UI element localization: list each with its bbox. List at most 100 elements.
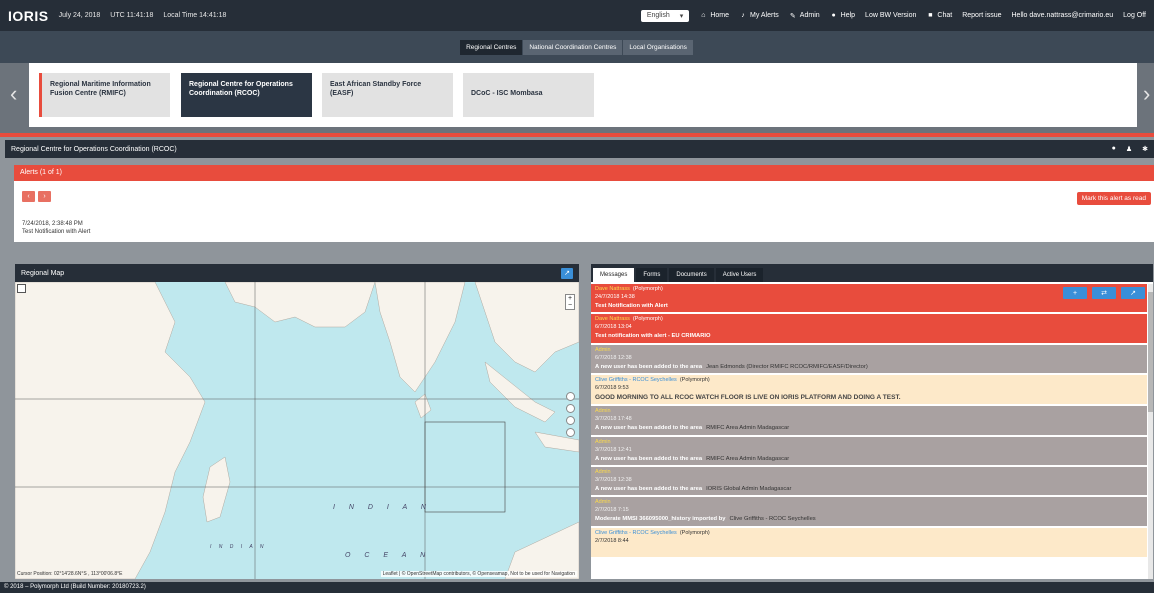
gear-icon[interactable]: ✱ — [1142, 145, 1148, 153]
bell-icon: ♪ — [741, 12, 745, 19]
tab-active-users[interactable]: Active Users — [715, 268, 764, 282]
message-date: 6/7/2018 12:38 — [595, 354, 632, 361]
user-icon[interactable]: ♟ — [1126, 145, 1132, 153]
message-detail: RMIFC Area Admin Madagascar — [706, 455, 790, 462]
zoom-in-button[interactable]: + — [566, 295, 574, 302]
popout-messages-button[interactable]: ↗ — [1121, 287, 1145, 299]
measure-tool-icon[interactable] — [566, 404, 575, 413]
external-link-icon[interactable]: ↗ — [561, 267, 573, 279]
carousel-next-icon[interactable]: › — [1143, 81, 1150, 107]
home-icon: ⌂ — [701, 12, 706, 19]
message-item[interactable]: Clive Griffiths - RCOC Seychelles (Polymo… — [591, 527, 1147, 558]
message-sender-line: Admin — [595, 439, 1143, 447]
message-sender[interactable]: Admin — [595, 499, 611, 505]
wrench-icon: ✎ — [789, 12, 796, 20]
message-text: A new user has been added to the area — [595, 485, 703, 492]
message-sender[interactable]: Admin — [595, 469, 611, 475]
message-sender[interactable]: Admin — [595, 408, 611, 414]
tab-regional-centres[interactable]: Regional Centres — [460, 39, 524, 55]
locate-tool-icon[interactable] — [566, 416, 575, 425]
message-sender[interactable]: Dave Nattrass — [595, 316, 630, 322]
message-item[interactable]: Admin 2/7/2018 7:15 Moderate MMSI 36609500… — [591, 497, 1147, 526]
message-sender[interactable]: Admin — [595, 439, 611, 445]
message-sender-line: Dave Nattrass (Polymorph) — [595, 316, 1143, 324]
message-list[interactable]: Dave Nattrass (Polymorph) 24/7/2018 14:38 T… — [591, 284, 1149, 579]
message-date: 3/7/2018 17:48 — [595, 416, 632, 423]
message-date: 6/7/2018 13:04 — [595, 324, 632, 331]
centre-card-easf[interactable]: East African Standby Force (EASF) — [322, 73, 453, 117]
message-item[interactable]: Admin 3/7/2018 17:48 A new user has been a… — [591, 406, 1147, 435]
nav-chat[interactable]: ■ Chat — [926, 12, 952, 20]
tab-documents[interactable]: Documents — [669, 268, 714, 282]
centre-card-rmifc[interactable]: Regional Maritime Information Fusion Cen… — [39, 73, 170, 117]
message-item[interactable]: Clive Griffiths - RCOC Seychelles (Polymo… — [591, 374, 1147, 405]
tab-local-organisations[interactable]: Local Organisations — [623, 39, 694, 55]
map-canvas[interactable]: + − I N D I A N O C E A N I N D I A N Cu… — [15, 282, 579, 579]
regional-map-panel: Regional Map ↗ + − I N D I A N O C E A N… — [15, 264, 579, 579]
tab-messages[interactable]: Messages — [593, 268, 635, 282]
next-alert-button[interactable]: › — [38, 191, 51, 202]
user-greeting[interactable]: Hello dave.nattrass@crimario.eu — [1012, 12, 1114, 19]
message-sender[interactable]: Dave Nattrass — [595, 286, 630, 292]
scrollbar-thumb[interactable] — [1148, 292, 1153, 412]
zoom-out-button[interactable]: − — [566, 302, 574, 309]
message-item[interactable]: Admin 3/7/2018 12:38 A new user has been a… — [591, 467, 1147, 496]
tab-forms[interactable]: Forms — [636, 268, 668, 282]
add-message-button[interactable]: + — [1063, 287, 1087, 299]
centre-card-dcoc[interactable]: DCoC - ISC Mombasa — [463, 73, 594, 117]
messages-tabs: Messages Forms Documents Active Users — [591, 264, 1153, 282]
message-sender-line: Admin — [595, 408, 1143, 416]
message-body: A new user has been added to the area Jea… — [595, 363, 1143, 371]
nav-help[interactable]: ● Help — [830, 12, 856, 20]
message-sender-line: Admin — [595, 347, 1143, 355]
message-sender[interactable]: Clive Griffiths - RCOC Seychelles — [595, 530, 677, 536]
nav-low-bw-label: Low BW Version — [865, 12, 917, 19]
globe-icon[interactable]: ● — [1112, 145, 1116, 153]
language-value: English — [646, 11, 670, 19]
prev-alert-button[interactable]: ‹ — [22, 191, 35, 202]
message-text: A new user has been added to the area — [595, 363, 703, 370]
message-sender-line: Dave Nattrass (Polymorph) — [595, 286, 1143, 294]
centre-card-rcoc[interactable]: Regional Centre for Operations Coordinat… — [181, 73, 312, 117]
nav-report-issue[interactable]: Report issue — [962, 12, 1001, 19]
nav-alerts-label: My Alerts — [750, 12, 779, 19]
nav-home[interactable]: ⌂ Home — [699, 12, 729, 20]
message-sender-line: Admin — [595, 469, 1143, 477]
message-body — [595, 546, 1143, 555]
print-tool-icon[interactable] — [566, 428, 575, 437]
nav-help-label: Help — [840, 12, 856, 19]
message-item[interactable]: Admin 6/7/2018 12:38 A new user has been a… — [591, 344, 1147, 373]
filter-messages-button[interactable]: ⇄ — [1092, 287, 1116, 299]
nav-low-bw[interactable]: Low BW Version — [865, 12, 916, 19]
draw-tool-icon[interactable] — [566, 392, 575, 401]
nav-logoff-label: Log Off — [1123, 12, 1146, 19]
message-detail: RMIFC Area Admin Madagascar — [706, 425, 790, 432]
nav-log-off[interactable]: Log Off — [1123, 12, 1146, 19]
segment-bar: Regional Centres National Coordination C… — [0, 31, 1154, 63]
tab-national-coordination-centres[interactable]: National Coordination Centres — [523, 39, 624, 55]
utc-time: UTC 11:41:18 — [110, 12, 154, 19]
message-text: Moderate MMSI 366095000_history imported… — [595, 516, 726, 523]
footer: © 2018 – Polymorph Ltd (Build Number: 20… — [0, 582, 1154, 593]
message-date: 2/7/2018 8:44 — [595, 537, 629, 544]
message-org: (Polymorph) — [632, 316, 663, 323]
message-date: 3/7/2018 12:41 — [595, 446, 632, 453]
message-sender[interactable]: Admin — [595, 347, 611, 353]
local-time: Local Time 14:41:18 — [163, 12, 227, 19]
segment-tabs: Regional Centres National Coordination C… — [460, 39, 694, 55]
layers-button[interactable] — [17, 284, 26, 293]
mark-alert-read-button[interactable]: Mark this alert as read — [1076, 192, 1151, 205]
nav-admin[interactable]: ✎ Admin — [789, 12, 820, 20]
language-select[interactable]: English ▾ — [640, 9, 690, 22]
message-item[interactable]: Dave Nattrass (Polymorph) 6/7/2018 13:04 Te… — [591, 314, 1147, 343]
message-detail: IORIS Global Admin Madagascar — [706, 485, 792, 492]
header-nav: English ▾ ⌂ Home ♪ My Alerts ✎ Admin ● Help L… — [640, 9, 1146, 22]
nav-my-alerts[interactable]: ♪ My Alerts — [739, 12, 779, 20]
app-logo[interactable]: IORIS — [8, 8, 49, 24]
panel-header: Regional Centre for Operations Coordinat… — [5, 140, 1154, 158]
message-sender[interactable]: Clive Griffiths - RCOC Seychelles — [595, 377, 677, 383]
messages-scrollbar[interactable] — [1148, 284, 1153, 579]
carousel-prev-icon[interactable]: ‹ — [10, 81, 17, 107]
message-item[interactable]: Admin 3/7/2018 12:41 A new user has been a… — [591, 436, 1147, 465]
message-body: A new user has been added to the area RMI… — [595, 424, 1143, 432]
